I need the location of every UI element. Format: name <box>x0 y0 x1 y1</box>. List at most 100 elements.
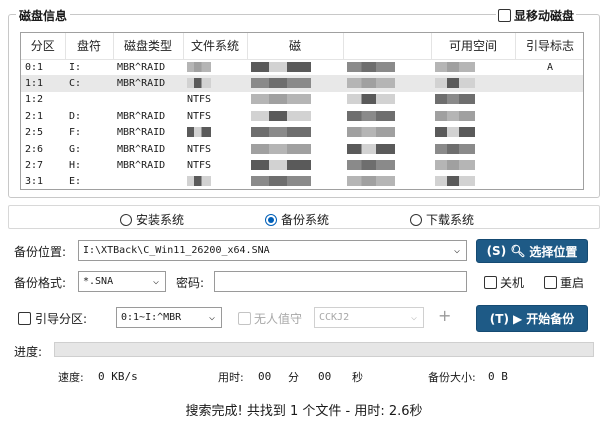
chevron-down-icon[interactable]: ⌵ <box>153 276 159 287</box>
radio-selected-icon[interactable] <box>265 213 277 226</box>
col-header[interactable]: 盘符 <box>65 33 114 60</box>
choose-location-button[interactable]: (S) 🔍︎ 选择位置 <box>476 239 588 263</box>
table-cell <box>515 141 583 157</box>
checkbox-icon[interactable] <box>498 9 511 22</box>
table-header: 分区 盘符 磁盘类型 文件系统 磁 可用空间 引导标志 <box>21 33 583 60</box>
table-row[interactable]: 1:2 NTFS <box>21 92 583 108</box>
pixelated-cell <box>347 61 395 72</box>
unattended-select[interactable]: CCKJ2 ⌵ <box>314 307 424 328</box>
table-cell <box>183 75 247 92</box>
col-header[interactable]: 分区 <box>21 33 66 60</box>
radio-icon[interactable] <box>120 213 132 226</box>
choose-location-label: 选择位置 <box>529 244 578 259</box>
pixelated-cell <box>347 94 395 105</box>
shutdown-checkbox[interactable]: 关机 <box>484 274 524 291</box>
install-system-radio[interactable]: 安装系统 <box>120 211 184 228</box>
table-cell <box>343 59 431 75</box>
table-cell <box>113 92 183 108</box>
table-cell: MBR^RAID <box>117 110 166 122</box>
checkbox-icon[interactable] <box>238 312 251 325</box>
unattended-label: 无人值守 <box>254 312 303 326</box>
table-cell: 2:6 <box>25 143 44 155</box>
table-cell: 2:5 <box>25 127 44 139</box>
table-row[interactable]: 2:6 G: MBR^RAID NTFS <box>21 141 583 157</box>
start-backup-label: 开始备份 <box>526 312 575 326</box>
pixelated-cell <box>435 110 475 121</box>
table-row[interactable]: 2:1 D: MBR^RAID NTFS <box>21 108 583 124</box>
table-row[interactable]: 2:5 F: MBR^RAID <box>21 125 583 141</box>
pixelated-cell <box>435 127 475 138</box>
chevron-down-icon[interactable]: ⌵ <box>411 312 417 323</box>
table-cell: NTFS <box>187 160 212 172</box>
table-cell <box>343 108 431 124</box>
table-cell: C: <box>65 75 113 92</box>
col-header[interactable] <box>343 33 432 60</box>
table-cell: F: <box>69 127 82 139</box>
table-cell: H: <box>69 160 82 172</box>
boot-partition-select[interactable]: 0:1~I:^MBR ⌵ <box>116 307 222 328</box>
table-cell: MBR^RAID <box>117 127 166 139</box>
table-cell: 1:2 <box>25 94 44 106</box>
time-label: 用时: <box>218 371 244 384</box>
restart-checkbox[interactable]: 重启 <box>544 274 584 291</box>
table-row[interactable]: 3:1 E: <box>21 174 583 189</box>
pixelated-cell <box>435 61 475 72</box>
password-label: 密码: <box>176 276 205 290</box>
pixelated-cell <box>251 78 311 89</box>
col-header[interactable]: 可用空间 <box>431 33 516 60</box>
download-system-radio[interactable]: 下载系统 <box>410 211 474 228</box>
chevron-down-icon[interactable]: ⌵ <box>209 312 215 323</box>
backup-location-select[interactable]: I:\XTBack\C_Win11_26200_x64.SNA ⌵ <box>78 240 467 261</box>
checkbox-icon[interactable] <box>544 276 557 289</box>
table-cell: 2:7 <box>25 160 44 172</box>
partition-table[interactable]: 分区 盘符 磁盘类型 文件系统 磁 可用空间 引导标志 0:1 I: MBR^RAI… <box>20 32 584 190</box>
col-header[interactable]: 磁盘类型 <box>113 33 184 60</box>
table-cell <box>343 125 431 141</box>
table-cell <box>183 174 247 189</box>
show-mobile-disk-checkbox[interactable]: 显移动磁盘 <box>496 7 577 24</box>
start-backup-button[interactable]: (T) ▶ 开始备份 <box>476 305 588 332</box>
backup-format-select[interactable]: *.SNA ⌵ <box>78 271 166 292</box>
table-cell <box>431 59 515 75</box>
table-cell: NTFS <box>187 94 212 106</box>
seconds-unit: 秒 <box>352 371 363 384</box>
checkbox-icon[interactable] <box>18 312 31 325</box>
chevron-down-icon[interactable]: ⌵ <box>454 245 460 256</box>
backup-system-radio[interactable]: 备份系统 <box>265 211 329 228</box>
table-row[interactable]: 2:7 H: MBR^RAID NTFS <box>21 157 583 173</box>
restart-label: 重启 <box>560 276 585 290</box>
backup-format-label: 备份格式: <box>14 276 67 290</box>
table-row[interactable]: 1:1 C: MBR^RAID <box>21 75 583 92</box>
pixelated-cell <box>187 176 211 187</box>
backup-location-value: I:\XTBack\C_Win11_26200_x64.SNA <box>83 245 270 256</box>
col-header[interactable]: 引导标志 <box>515 33 583 60</box>
table-cell <box>247 108 343 124</box>
add-icon[interactable]: + <box>438 306 451 325</box>
pixelated-cell <box>187 78 211 89</box>
status-message: 搜索完成! 共找到 1 个文件 - 用时: 2.6秒 <box>185 404 423 419</box>
shutdown-label: 关机 <box>500 276 525 290</box>
table-cell <box>515 108 583 124</box>
table-row[interactable]: 0:1 I: MBR^RAID A <box>21 59 583 75</box>
table-cell <box>343 157 431 173</box>
choose-location-key: (S) <box>486 244 507 258</box>
checkbox-icon[interactable] <box>484 276 497 289</box>
table-cell <box>247 141 343 157</box>
pixelated-cell <box>435 160 475 171</box>
boot-partition-checkbox[interactable]: 引导分区: <box>18 310 87 327</box>
radio-icon[interactable] <box>410 213 422 226</box>
table-cell <box>431 157 515 173</box>
table-cell: E: <box>69 176 82 188</box>
col-header[interactable]: 文件系统 <box>183 33 248 60</box>
col-header[interactable]: 磁 <box>247 33 344 60</box>
table-cell <box>113 174 183 189</box>
speed-value: 0 KB/s <box>98 370 138 383</box>
table-cell: 3:1 <box>25 176 44 188</box>
password-input[interactable] <box>214 271 467 292</box>
progress-bar <box>54 342 594 357</box>
table-cell: G: <box>69 143 82 155</box>
backup-system-label: 备份系统 <box>281 213 330 227</box>
search-icon: 🔍︎ <box>510 244 526 258</box>
unattended-checkbox[interactable]: 无人值守 <box>238 310 302 327</box>
minutes-value: 00 <box>258 370 272 383</box>
